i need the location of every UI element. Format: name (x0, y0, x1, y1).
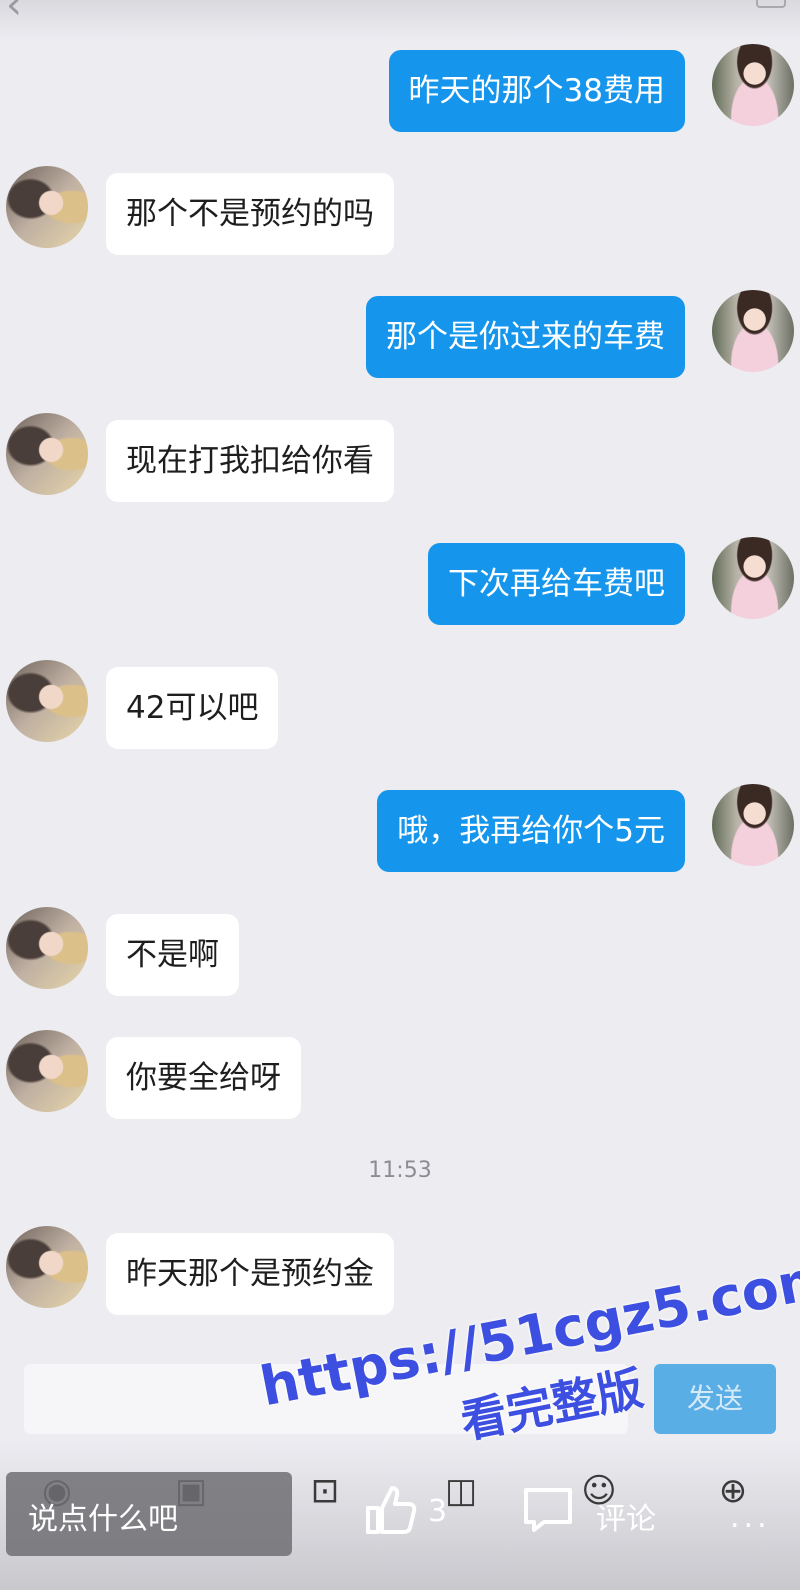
message-bubble-received: 那个不是预约的吗 (106, 173, 394, 255)
message-bubble-received: 不是啊 (106, 914, 239, 996)
contact-avatar[interactable] (6, 166, 88, 248)
contact-avatar[interactable] (6, 413, 88, 495)
like-icon[interactable] (362, 1482, 418, 1538)
message-bubble-sent: 哦，我再给你个5元 (377, 790, 685, 872)
my-avatar[interactable] (712, 44, 794, 126)
message-bubble-received: 现在打我扣给你看 (106, 420, 394, 502)
my-avatar[interactable] (712, 290, 794, 372)
my-avatar[interactable] (712, 537, 794, 619)
chat-timestamp: 11:53 (368, 1158, 432, 1183)
contact-avatar[interactable] (6, 1226, 88, 1308)
my-avatar[interactable] (712, 784, 794, 866)
comment-icon[interactable] (522, 1486, 574, 1534)
message-bubble-sent: 那个是你过来的车费 (366, 296, 685, 378)
like-count: 3 (428, 1494, 448, 1529)
more-icon[interactable]: ... (730, 1500, 771, 1535)
contact-avatar[interactable] (6, 1030, 88, 1112)
message-bubble-received: 42可以吧 (106, 667, 279, 749)
comment-label[interactable]: 评论 (596, 1494, 656, 1538)
message-bubble-sent: 昨天的那个38费用 (388, 50, 685, 132)
message-bubble-received: 你要全给呀 (106, 1037, 301, 1119)
menu-icon[interactable] (756, 0, 786, 8)
contact-avatar[interactable] (6, 660, 88, 742)
message-bubble-sent: 下次再给车费吧 (428, 543, 685, 625)
back-arrow-icon[interactable]: ‹ (6, 0, 22, 28)
top-bar-fade (0, 0, 800, 40)
contact-avatar[interactable] (6, 907, 88, 989)
comment-placeholder: 说点什么吧 (28, 1502, 178, 1537)
